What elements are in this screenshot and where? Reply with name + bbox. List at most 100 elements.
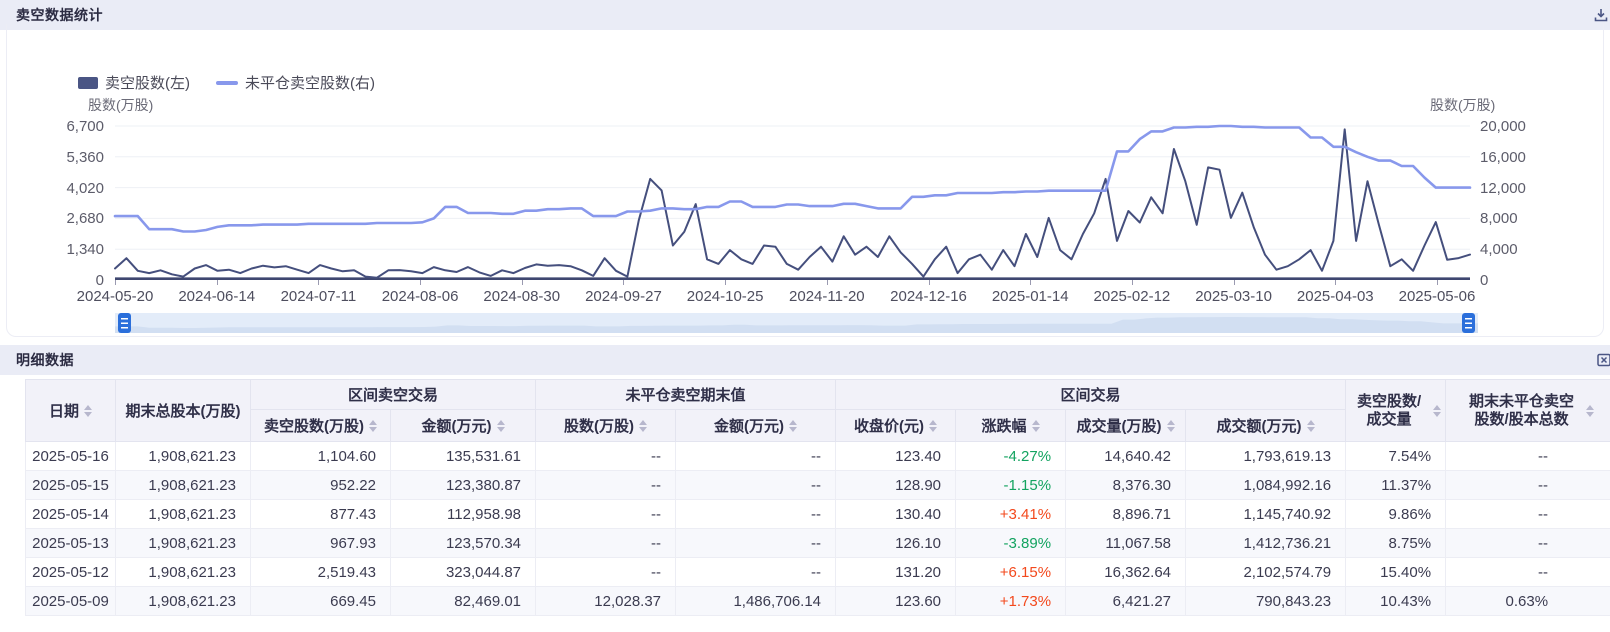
x-axis-label: 2025-05-06 — [1399, 288, 1476, 305]
table-cell: 1,908,621.23 — [116, 471, 251, 500]
column-header-close-price[interactable]: 收盘价(元) — [836, 410, 956, 442]
excel-export-icon[interactable] — [1596, 352, 1610, 368]
legend-item-open-shares[interactable]: 未平仓卖空股数(右) — [216, 72, 375, 93]
table-cell: 2025-05-15 — [26, 471, 116, 500]
table-cell: 2025-05-14 — [26, 500, 116, 529]
column-header-short-shares[interactable]: 卖空股数(万股) — [251, 410, 391, 442]
column-header-open-shares[interactable]: 股数(万股) — [536, 410, 676, 442]
data-zoom-handle-left[interactable] — [118, 313, 131, 333]
x-axis-label: 2025-01-14 — [992, 288, 1069, 305]
x-axis-label: 2024-11-20 — [789, 288, 865, 305]
sort-icon — [1167, 420, 1175, 432]
axis-tick-label: 2,680 — [0, 211, 104, 226]
table-cell: -- — [676, 442, 836, 471]
table-cell: 11.37% — [1346, 471, 1446, 500]
download-icon[interactable] — [1593, 7, 1609, 23]
column-header-date[interactable]: 日期 — [26, 380, 116, 442]
axis-tick-mark — [1437, 280, 1438, 285]
axis-tick-mark — [725, 280, 726, 285]
table-cell: 790,843.23 — [1186, 587, 1346, 616]
table-cell: 8,896.71 — [1066, 500, 1186, 529]
axis-tick-label: 5,360 — [0, 150, 104, 165]
column-header-short-amount[interactable]: 金额(万元) — [391, 410, 536, 442]
data-zoom-handle-right[interactable] — [1462, 313, 1475, 333]
table-cell: -- — [676, 529, 836, 558]
legend-line-swatch — [216, 81, 238, 85]
table-cell: 8.75% — [1346, 529, 1446, 558]
table-cell: 7.54% — [1346, 442, 1446, 471]
table-cell: 1,793,619.13 — [1186, 442, 1346, 471]
chart-section-header: 卖空数据统计 — [0, 0, 1610, 30]
column-header-open-amount[interactable]: 金额(万元) — [676, 410, 836, 442]
table-cell: 11,067.58 — [1066, 529, 1186, 558]
axis-tick-mark — [1234, 280, 1235, 285]
table-cell: -- — [536, 529, 676, 558]
axis-tick-mark — [929, 280, 930, 285]
table-cell: -- — [536, 471, 676, 500]
table-cell: 8,376.30 — [1066, 471, 1186, 500]
table-cell: -- — [676, 558, 836, 587]
table-cell: 15.40% — [1346, 558, 1446, 587]
column-header-change-percent[interactable]: 涨跌幅 — [956, 410, 1066, 442]
short-selling-page: 卖空数据统计 卖空股数(左) 未平仓卖空股数(右) 股数(万股) 股数(万股) … — [0, 0, 1610, 632]
table-row: 2025-05-131,908,621.23967.93123,570.34--… — [26, 529, 1610, 558]
chart-legend: 卖空股数(左) 未平仓卖空股数(右) — [78, 72, 375, 93]
column-header-short-to-volume[interactable]: 卖空股数/成交量 — [1346, 380, 1446, 442]
left-axis-ticks: 6,7005,3604,0202,6801,3400 — [0, 126, 104, 280]
chart-plot-area — [115, 126, 1470, 280]
data-zoom-preview — [115, 313, 1478, 333]
table-row: 2025-05-091,908,621.23669.4582,469.0112,… — [26, 587, 1610, 616]
table-cell: 877.43 — [251, 500, 391, 529]
legend-item-short-shares[interactable]: 卖空股数(左) — [78, 72, 190, 93]
table-cell: 967.93 — [251, 529, 391, 558]
right-axis-ticks: 20,00016,00012,0008,0004,0000 — [1480, 126, 1550, 280]
x-axis-label: 2024-12-16 — [890, 288, 967, 305]
axis-tick-label: 12,000 — [1480, 181, 1526, 196]
sort-icon — [84, 405, 92, 417]
table-cell: 1,908,621.23 — [116, 500, 251, 529]
table-cell: -1.15% — [956, 471, 1066, 500]
table-cell: 128.90 — [836, 471, 956, 500]
table-cell: 10.43% — [1346, 587, 1446, 616]
section-gap — [0, 337, 1610, 345]
table-cell: 1,084,992.16 — [1186, 471, 1346, 500]
x-axis-label: 2024-09-27 — [585, 288, 662, 305]
table-cell: 2025-05-12 — [26, 558, 116, 587]
chart-section-title: 卖空数据统计 — [16, 5, 103, 25]
table-cell: 1,145,740.92 — [1186, 500, 1346, 529]
x-axis-label: 2024-05-20 — [77, 288, 154, 305]
legend-bar-swatch — [78, 77, 98, 89]
table-cell: +1.73% — [956, 587, 1066, 616]
group-header-open-interest: 未平仓卖空期末值 — [536, 380, 836, 410]
x-axis-label: 2025-04-03 — [1297, 288, 1374, 305]
table-cell: 6,421.27 — [1066, 587, 1186, 616]
group-header-interval-trading: 区间交易 — [836, 380, 1346, 410]
table-cell: +6.15% — [956, 558, 1066, 587]
sort-icon — [1032, 420, 1040, 432]
column-header-turnover[interactable]: 成交额(万元) — [1186, 410, 1346, 442]
table-cell: 952.22 — [251, 471, 391, 500]
table-body: 2025-05-161,908,621.231,104.60135,531.61… — [26, 442, 1610, 616]
table-cell: 112,958.98 — [391, 500, 536, 529]
table-cell: -- — [1446, 442, 1610, 471]
column-header-total-equity: 期末总股本(万股) — [116, 380, 251, 442]
column-header-volume[interactable]: 成交量(万股) — [1066, 410, 1186, 442]
table-cell: -- — [676, 500, 836, 529]
table-cell: 12,028.37 — [536, 587, 676, 616]
table-cell: 123,380.87 — [391, 471, 536, 500]
table-cell: -- — [1446, 558, 1610, 587]
x-axis-label: 2024-06-14 — [178, 288, 255, 305]
table-cell: 131.20 — [836, 558, 956, 587]
table-cell: 2025-05-09 — [26, 587, 116, 616]
table-cell: 123.60 — [836, 587, 956, 616]
table-cell: 123.40 — [836, 442, 956, 471]
x-axis-label: 2024-08-06 — [382, 288, 459, 305]
axis-tick-label: 16,000 — [1480, 150, 1526, 165]
column-header-open-to-equity[interactable]: 期末未平仓卖空股数/股本总数 — [1446, 380, 1610, 442]
sort-icon — [369, 420, 377, 432]
data-zoom-slider[interactable] — [115, 313, 1478, 333]
x-axis-label: 2025-03-10 — [1195, 288, 1272, 305]
axis-tick-mark — [318, 280, 319, 285]
table-cell: 1,908,621.23 — [116, 587, 251, 616]
table-cell: 126.10 — [836, 529, 956, 558]
